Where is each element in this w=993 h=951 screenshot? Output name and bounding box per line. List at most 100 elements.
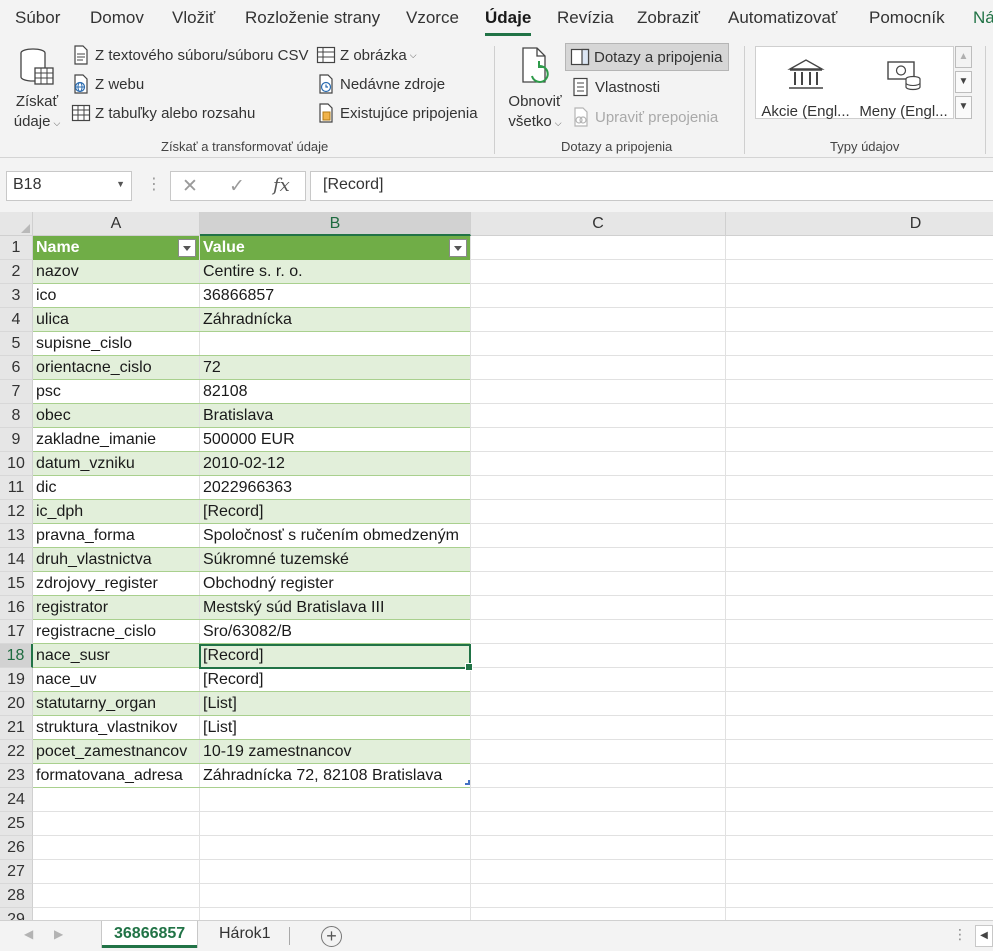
tab-automate[interactable]: Automatizovať (728, 8, 837, 28)
table-cell-name[interactable]: formatovana_adresa (33, 764, 199, 788)
table-cell-name[interactable]: dic (33, 476, 199, 500)
properties-button[interactable]: Vlastnosti (571, 77, 660, 97)
add-sheet-button[interactable]: + (321, 926, 342, 947)
table-cell-value[interactable]: Centire s. r. o. (200, 260, 470, 284)
prev-sheet-icon[interactable]: ◀ (24, 927, 33, 941)
table-cell-value[interactable]: 36866857 (200, 284, 470, 308)
table-cell-value[interactable]: [Record] (200, 668, 470, 692)
row-header[interactable]: 3 (0, 284, 33, 308)
row-header[interactable]: 6 (0, 356, 33, 380)
row-header[interactable]: 5 (0, 332, 33, 356)
row-header[interactable]: 17 (0, 620, 33, 644)
row-header[interactable]: 28 (0, 884, 33, 908)
row-header[interactable]: 21 (0, 716, 33, 740)
table-cell-name[interactable]: zdrojovy_register (33, 572, 199, 596)
table-cell-value[interactable]: Obchodný register (200, 572, 470, 596)
table-cell-name[interactable]: obec (33, 404, 199, 428)
existing-connections-button[interactable]: Existujúce pripojenia (316, 103, 478, 123)
column-header-d[interactable]: D (726, 212, 993, 236)
row-header[interactable]: 29 (0, 908, 33, 920)
row-header[interactable]: 26 (0, 836, 33, 860)
table-cell-value[interactable]: Záhradnícka (200, 308, 470, 332)
table-cell-value[interactable]: 2010-02-12 (200, 452, 470, 476)
table-cell-value[interactable]: [Record] (200, 500, 470, 524)
row-header[interactable]: 2 (0, 260, 33, 284)
enter-icon[interactable]: ✓ (229, 175, 245, 198)
refresh-all-button[interactable]: Obnoviť všetko ⌵ (503, 46, 567, 133)
table-cell-name[interactable]: pravna_forma (33, 524, 199, 548)
recent-sources-button[interactable]: Nedávne zdroje (316, 74, 445, 94)
row-header[interactable]: 8 (0, 404, 33, 428)
grip-icon[interactable]: ⋮ (953, 926, 967, 943)
table-cell-name[interactable]: ulica (33, 308, 199, 332)
table-cell-value[interactable]: Sro/63082/B (200, 620, 470, 644)
scroll-left-button[interactable]: ◀ (975, 925, 993, 947)
gallery-scroll-up[interactable]: ▲ (955, 46, 972, 68)
table-cell-name[interactable]: zakladne_imanie (33, 428, 199, 452)
formula-input[interactable]: [Record] (310, 171, 993, 201)
from-text-csv-button[interactable]: Z textového súboru/súboru CSV (71, 45, 308, 65)
row-header[interactable]: 27 (0, 860, 33, 884)
name-box[interactable]: B18 ▼ (6, 171, 132, 201)
edit-links-button[interactable]: Upraviť prepojenia (571, 107, 718, 127)
gallery-more[interactable]: ▼ (955, 96, 972, 119)
table-cell-name[interactable]: registracne_cislo (33, 620, 199, 644)
table-cell-value[interactable]: Mestský súd Bratislava III (200, 596, 470, 620)
row-header[interactable]: 23 (0, 764, 33, 788)
row-header[interactable]: 24 (0, 788, 33, 812)
table-cell-value[interactable]: [List] (200, 716, 470, 740)
tab-review[interactable]: Revízia (557, 8, 614, 28)
gallery-scroll-down[interactable]: ▼ (955, 71, 972, 93)
table-cell-name[interactable]: datum_vzniku (33, 452, 199, 476)
table-cell-value[interactable]: 72 (200, 356, 470, 380)
row-header[interactable]: 1 (0, 236, 33, 260)
column-header-a[interactable]: A (33, 212, 200, 236)
filter-dropdown-icon[interactable] (178, 239, 196, 257)
table-header-value[interactable]: Value (200, 236, 470, 260)
tab-formulas[interactable]: Vzorce (406, 8, 459, 28)
table-cell-value[interactable]: Záhradnícka 72, 82108 Bratislava (200, 764, 470, 788)
tab-data[interactable]: Údaje (485, 8, 532, 36)
table-cell-value[interactable]: 500000 EUR (200, 428, 470, 452)
table-cell-name[interactable]: orientacne_cislo (33, 356, 199, 380)
active-cell-b18[interactable] (199, 644, 473, 671)
get-data-button[interactable]: Získať údaje ⌵ (8, 46, 66, 133)
table-cell-name[interactable]: ico (33, 284, 199, 308)
row-header[interactable]: 15 (0, 572, 33, 596)
table-cell-value[interactable]: 82108 (200, 380, 470, 404)
tab-view[interactable]: Zobraziť (637, 8, 700, 28)
column-header-c[interactable]: C (471, 212, 726, 236)
row-header[interactable]: 10 (0, 452, 33, 476)
cancel-icon[interactable]: ✕ (182, 175, 198, 198)
queries-connections-button[interactable]: Dotazy a pripojenia (565, 43, 730, 71)
table-cell-name[interactable]: psc (33, 380, 199, 404)
table-cell-name[interactable]: nace_susr (33, 644, 199, 668)
tab-home[interactable]: Domov (90, 8, 144, 28)
sheet-tab-harok1[interactable]: Hárok1 (207, 921, 283, 948)
row-header[interactable]: 20 (0, 692, 33, 716)
sheet-tab-36866857[interactable]: 36866857 (102, 921, 198, 948)
table-cell-name[interactable]: nace_uv (33, 668, 199, 692)
table-cell-name[interactable]: registrator (33, 596, 199, 620)
table-header-name[interactable]: Name (33, 236, 199, 260)
insert-function-icon[interactable]: fx (273, 175, 290, 196)
tab-more[interactable]: Ná (973, 8, 993, 28)
from-picture-button[interactable]: Z obrázka ⌵ (316, 45, 417, 65)
table-cell-value[interactable]: Bratislava (200, 404, 470, 428)
table-cell-name[interactable]: supisne_cislo (33, 332, 199, 356)
select-all-corner[interactable] (0, 212, 33, 236)
table-cell-value[interactable] (200, 332, 470, 356)
table-cell-value[interactable]: 2022966363 (200, 476, 470, 500)
table-cell-name[interactable]: struktura_vlastnikov (33, 716, 199, 740)
row-header[interactable]: 19 (0, 668, 33, 692)
table-cell-value[interactable]: Spoločnosť s ručením obmedzeným (200, 524, 470, 548)
row-header[interactable]: 9 (0, 428, 33, 452)
table-cell-value[interactable]: 10-19 zamestnancov (200, 740, 470, 764)
data-type-stocks[interactable]: Akcie (Engl... (758, 53, 853, 121)
table-cell-name[interactable]: nazov (33, 260, 199, 284)
table-cell-value[interactable]: [List] (200, 692, 470, 716)
tab-insert[interactable]: Vložiť (172, 8, 215, 28)
row-header[interactable]: 22 (0, 740, 33, 764)
table-cell-name[interactable]: pocet_zamestnancov (33, 740, 199, 764)
table-resize-handle[interactable] (465, 780, 470, 785)
